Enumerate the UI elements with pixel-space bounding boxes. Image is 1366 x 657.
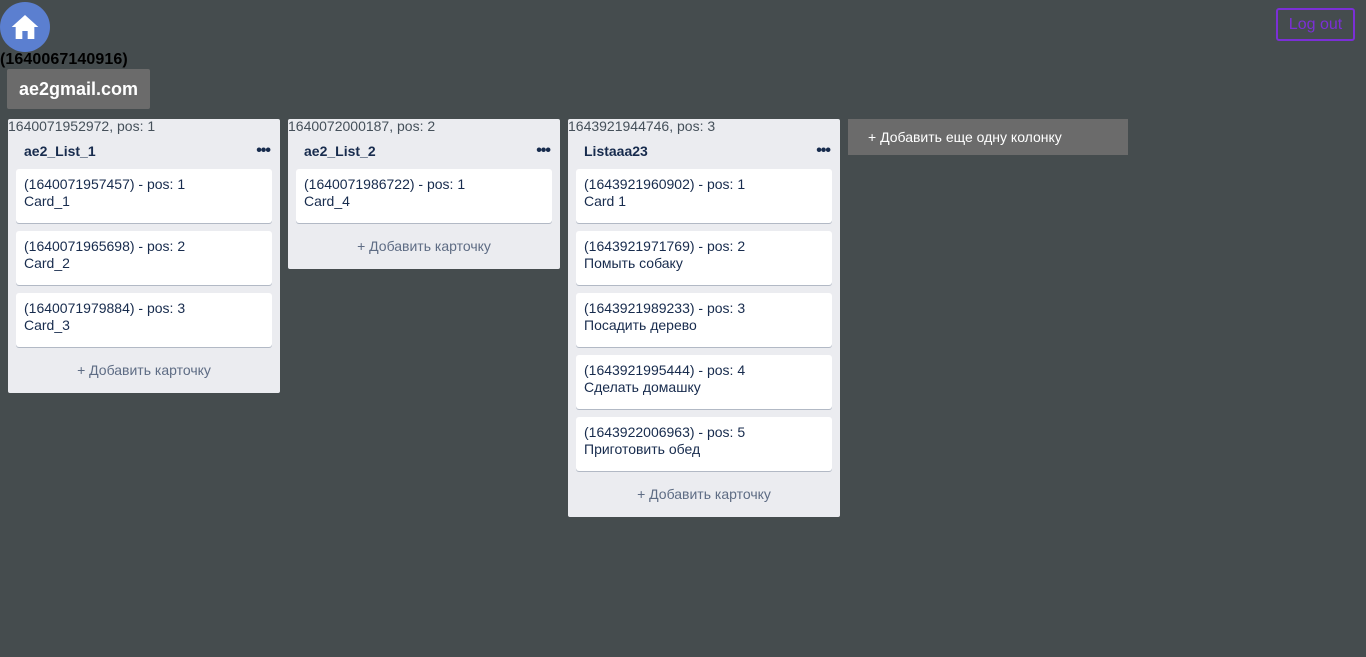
card-title: Card_3 — [24, 317, 70, 333]
card-meta: (1643921971769) - pos: 2 — [584, 238, 746, 254]
user-email-button[interactable]: ae2gmail.com — [7, 69, 151, 109]
logout-button[interactable]: Log out — [1276, 8, 1355, 41]
more-icon[interactable]: ••• — [536, 142, 551, 160]
card-title: Приготовить обед — [584, 441, 701, 457]
card-meta: (1640071986722) - pos: 1 — [304, 176, 466, 192]
card-meta: (1643921989233) - pos: 3 — [584, 300, 746, 316]
column-header: ae2_List_1 ••• — [8, 133, 280, 169]
home-button[interactable] — [0, 2, 50, 52]
board-page: (1640067140916) ae2gmail.com Log out 164… — [0, 0, 1366, 657]
list-column: 1643921944746, pos: 3 Listaaa23 ••• (164… — [568, 119, 840, 517]
column-header: ae2_List_2 ••• — [288, 133, 560, 169]
more-icon[interactable]: ••• — [256, 142, 271, 160]
card[interactable]: (1643921995444) - pos: 4 Сделать домашку — [576, 355, 832, 409]
card[interactable]: (1643921989233) - pos: 3 Посадить дерево — [576, 293, 832, 347]
more-icon[interactable]: ••• — [816, 142, 831, 160]
home-icon — [11, 15, 39, 39]
card-title: Card_2 — [24, 255, 70, 271]
card-meta: (1643921960902) - pos: 1 — [584, 176, 746, 192]
column-title[interactable]: ae2_List_2 — [304, 143, 376, 159]
column-title[interactable]: Listaaa23 — [584, 143, 648, 159]
column-title[interactable]: ae2_List_1 — [24, 143, 96, 159]
user-id-label: (1640067140916) — [0, 51, 128, 68]
card-meta: (1643921995444) - pos: 4 — [584, 362, 746, 378]
card[interactable]: (1643922006963) - pos: 5 Приготовить обе… — [576, 417, 832, 471]
add-card-button[interactable]: + Добавить карточку — [296, 231, 552, 261]
card-title: Помыть собаку — [584, 255, 683, 271]
list-column: 1640072000187, pos: 2 ae2_List_2 ••• (16… — [288, 119, 560, 269]
list-column: 1640071952972, pos: 1 ae2_List_1 ••• (16… — [8, 119, 280, 393]
card-title: Сделать домашку — [584, 379, 701, 395]
card-meta: (1640071965698) - pos: 2 — [24, 238, 186, 254]
card[interactable]: (1640071957457) - pos: 1 Card_1 — [16, 169, 272, 223]
card[interactable]: (1640071979884) - pos: 3 Card_3 — [16, 293, 272, 347]
card-title: Card_4 — [304, 193, 350, 209]
card[interactable]: (1640071986722) - pos: 1 Card_4 — [296, 169, 552, 223]
card-meta: (1640071957457) - pos: 1 — [24, 176, 186, 192]
add-card-button[interactable]: + Добавить карточку — [576, 479, 832, 509]
card-title: Card 1 — [584, 193, 627, 209]
card-meta: (1643922006963) - pos: 5 — [584, 424, 746, 440]
column-meta: 1643921944746, pos: 3 — [568, 118, 716, 134]
column-header: Listaaa23 ••• — [568, 133, 840, 169]
column-meta: 1640072000187, pos: 2 — [288, 118, 436, 134]
card-title: Посадить дерево — [584, 317, 697, 333]
card-title: Card_1 — [24, 193, 70, 209]
card[interactable]: (1643921971769) - pos: 2 Помыть собаку — [576, 231, 832, 285]
add-card-button[interactable]: + Добавить карточку — [16, 355, 272, 385]
column-meta: 1640071952972, pos: 1 — [8, 118, 156, 134]
card[interactable]: (1643921960902) - pos: 1 Card 1 — [576, 169, 832, 223]
add-column-button[interactable]: + Добавить еще одну колонку — [848, 119, 1128, 155]
card[interactable]: (1640071965698) - pos: 2 Card_2 — [16, 231, 272, 285]
card-meta: (1640071979884) - pos: 3 — [24, 300, 186, 316]
